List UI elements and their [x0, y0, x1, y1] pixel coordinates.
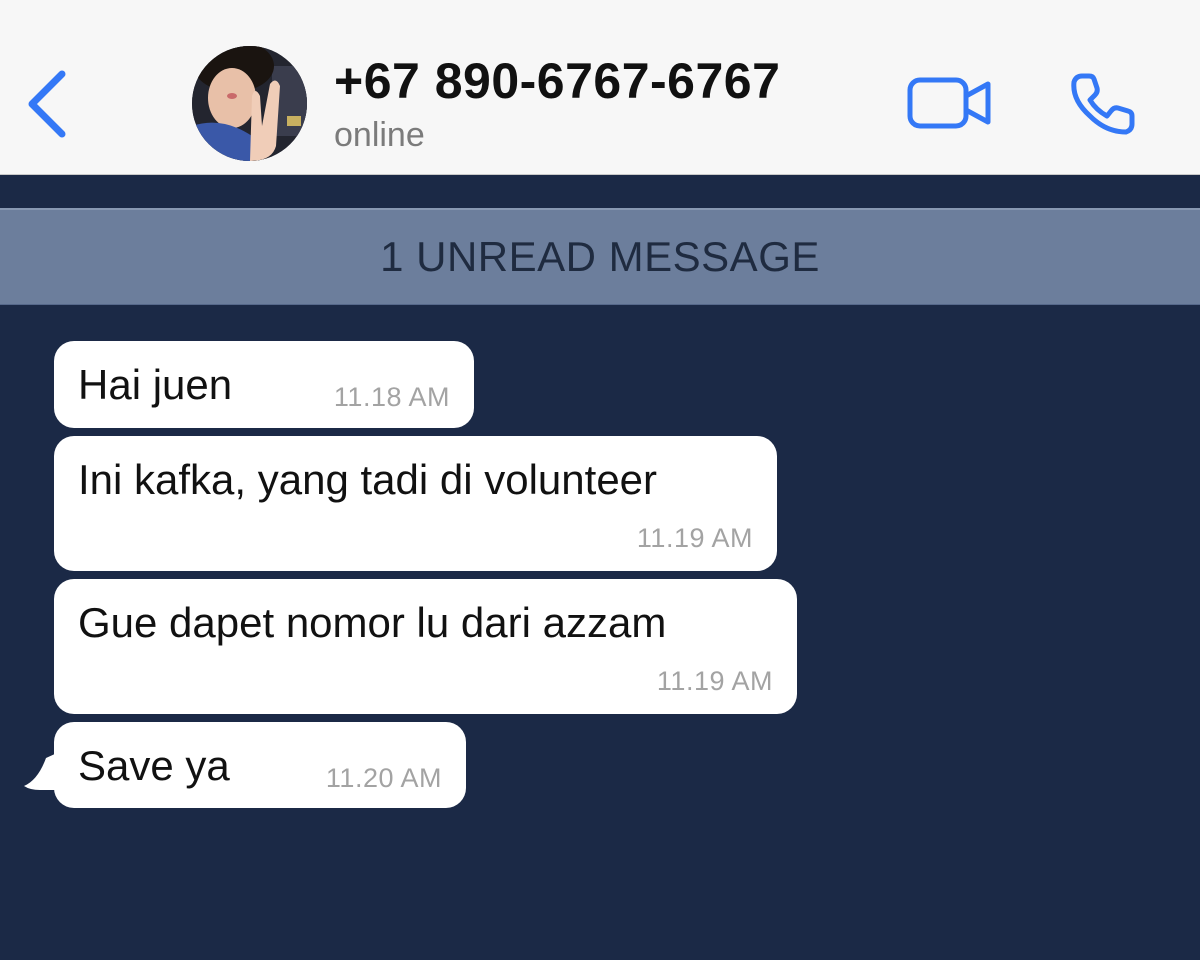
chevron-left-icon — [28, 70, 66, 138]
unread-messages-banner: 1 UNREAD MESSAGE — [0, 208, 1200, 305]
message-bubble[interactable]: Save ya 11.20 AM — [54, 722, 466, 808]
avatar-photo — [192, 46, 307, 161]
video-camera-icon — [907, 77, 991, 129]
contact-avatar[interactable] — [192, 46, 307, 161]
message-time: 11.19 AM — [636, 523, 753, 553]
message-bubble[interactable]: Hai juen 11.18 AM — [54, 341, 474, 428]
contact-name[interactable]: +67 890-6767-6767 — [334, 52, 780, 110]
message-text: Ini kafka, yang tadi di volunteer — [78, 456, 658, 503]
message-bubble[interactable]: Ini kafka, yang tadi di volunteer 11.19 … — [54, 436, 777, 571]
message-time: 11.20 AM — [325, 763, 442, 793]
message-text: Gue dapet nomor lu dari azzam — [78, 599, 667, 646]
message-time: 11.19 AM — [656, 666, 773, 696]
message-bubble[interactable]: Gue dapet nomor lu dari azzam 11.19 AM — [54, 579, 797, 714]
message-text: Save ya — [78, 742, 230, 789]
contact-status: online — [334, 116, 425, 154]
phone-icon — [1071, 73, 1135, 135]
voice-call-button[interactable] — [1068, 70, 1140, 138]
message-text: Hai juen — [78, 361, 233, 408]
video-call-button[interactable] — [906, 74, 994, 132]
message-time: 11.18 AM — [333, 382, 450, 412]
chat-header: +67 890-6767-6767 online — [0, 0, 1200, 175]
back-button[interactable] — [22, 68, 72, 140]
